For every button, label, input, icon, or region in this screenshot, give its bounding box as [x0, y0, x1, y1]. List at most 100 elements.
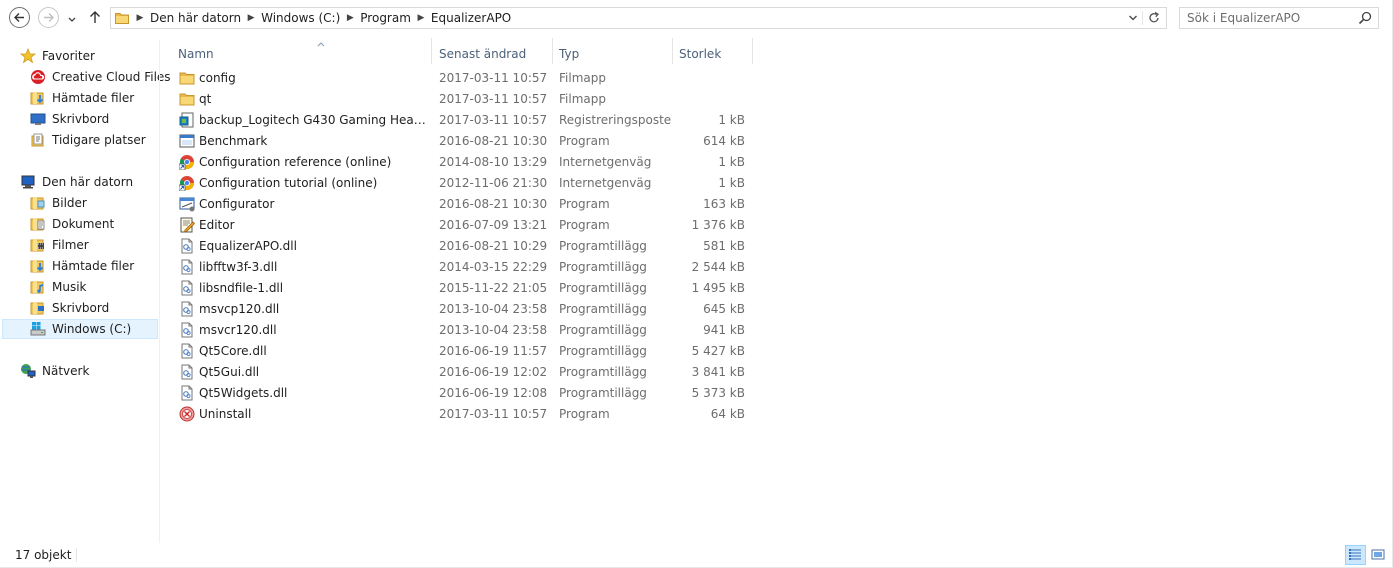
file-name: Benchmark — [199, 134, 268, 148]
large-icons-view-button[interactable] — [1369, 545, 1387, 565]
file-size: 1 kB — [718, 155, 745, 169]
nav-label: Musik — [52, 280, 87, 294]
chevron-down-icon[interactable] — [1128, 14, 1138, 22]
nav-item-documents[interactable]: Dokument — [30, 214, 114, 234]
nav-item-creative-cloud[interactable]: Creative Cloud Files — [30, 67, 171, 87]
breadcrumb-item[interactable]: Windows (C:) — [258, 11, 343, 25]
recent-locations-button[interactable] — [67, 13, 77, 22]
chevron-right-icon[interactable]: ▶ — [343, 13, 357, 23]
file-type: Filmapp — [559, 92, 606, 106]
nav-item-videos[interactable]: Filmer — [30, 235, 89, 255]
file-row[interactable]: Qt5Widgets.dll 2016-06-19 12:08 Programtil… — [176, 383, 756, 404]
nav-label: Nätverk — [42, 364, 90, 378]
details-view-icon — [1349, 549, 1361, 560]
chevron-right-icon[interactable]: ▶ — [244, 13, 258, 23]
pictures-folder-icon — [30, 195, 46, 211]
file-row[interactable]: msvcr120.dll 2013-10-04 23:58 Programtillä… — [176, 320, 756, 341]
file-type: Program — [559, 197, 610, 211]
file-type: Programtillägg — [559, 323, 647, 337]
file-date-modified: 2014-03-15 22:29 — [439, 260, 548, 274]
nav-item-recent-places[interactable]: Tidigare platser — [30, 130, 146, 150]
file-row[interactable]: qt 2017-03-11 10:57 Filmapp — [176, 89, 756, 110]
up-button[interactable] — [88, 9, 102, 25]
file-type: Internetgenväg — [559, 176, 652, 190]
desktop-icon — [30, 111, 46, 127]
search-icon[interactable] — [1358, 11, 1372, 25]
file-row[interactable]: msvcp120.dll 2013-10-04 23:58 Programtillä… — [176, 299, 756, 320]
chevron-right-icon[interactable]: ▶ — [133, 13, 147, 23]
chrome-shortcut-icon — [178, 175, 195, 192]
nav-item-downloads[interactable]: Hämtade filer — [30, 88, 134, 108]
file-row[interactable]: Qt5Core.dll 2016-06-19 11:57 Programtilläg… — [176, 341, 756, 362]
file-size: 5 427 kB — [691, 344, 745, 358]
breadcrumb-item[interactable]: Den här datorn — [147, 11, 244, 25]
file-type: Programtillägg — [559, 281, 647, 295]
column-divider[interactable] — [431, 38, 432, 64]
file-row[interactable]: Configuration reference (online) 2014-08-… — [176, 152, 756, 173]
breadcrumb-item[interactable]: Program — [357, 11, 414, 25]
column-divider[interactable] — [552, 38, 553, 64]
column-divider[interactable] — [752, 38, 753, 64]
nav-favorites[interactable]: Favoriter — [19, 46, 95, 66]
file-row[interactable]: Editor 2016-07-09 13:21 Program 1 376 kB — [176, 215, 756, 236]
file-type: Program — [559, 218, 610, 232]
nav-item-desktop[interactable]: Skrivbord — [30, 109, 109, 129]
file-row[interactable]: Configurator 2016-08-21 10:30 Program 163 k… — [176, 194, 756, 215]
file-size: 64 kB — [710, 407, 745, 421]
address-bar[interactable]: ▶ Den här datorn ▶ Windows (C:) ▶ Progra… — [110, 7, 1167, 29]
nav-item-downloads-pc[interactable]: Hämtade filer — [30, 256, 134, 276]
file-row[interactable]: Benchmark 2016-08-21 10:30 Program 614 kB — [176, 131, 756, 152]
search-input[interactable] — [1180, 8, 1357, 28]
windows-drive-icon — [30, 321, 46, 337]
dll-file-icon — [179, 322, 195, 338]
chevron-right-icon[interactable]: ▶ — [414, 13, 428, 23]
computer-icon — [20, 174, 36, 190]
file-row[interactable]: Configuration tutorial (online) 2012-11-0… — [176, 173, 756, 194]
file-type: Programtillägg — [559, 239, 647, 253]
creative-cloud-icon — [30, 69, 46, 85]
file-date-modified: 2017-03-11 10:57 — [439, 407, 548, 421]
dll-file-icon — [179, 280, 195, 296]
file-row[interactable]: config 2017-03-11 10:57 Filmapp — [176, 68, 756, 89]
file-row[interactable]: libfftw3f-3.dll 2014-03-15 22:29 Programti… — [176, 257, 756, 278]
file-name: Configurator — [199, 197, 275, 211]
nav-label: Skrivbord — [52, 301, 110, 315]
folder-icon — [115, 13, 129, 24]
back-button[interactable] — [9, 7, 30, 28]
nav-label: Windows (C:) — [52, 322, 132, 336]
column-header-type[interactable]: Typ — [559, 42, 669, 66]
file-date-modified: 2016-08-21 10:30 — [439, 134, 548, 148]
dll-file-icon — [179, 301, 195, 317]
forward-button[interactable] — [38, 7, 59, 28]
breadcrumb-item[interactable]: EqualizerAPO — [428, 11, 514, 25]
nav-item-windows-c[interactable]: Windows (C:) — [2, 319, 158, 339]
column-label: Typ — [559, 47, 580, 61]
file-size: 581 kB — [703, 239, 745, 253]
recent-places-icon — [30, 132, 46, 148]
file-name: Configuration reference (online) — [199, 155, 392, 169]
file-row[interactable]: libsndfile-1.dll 2015-11-22 21:05 Programt… — [176, 278, 756, 299]
nav-item-desktop-pc[interactable]: Skrivbord — [30, 298, 109, 318]
column-divider[interactable] — [672, 38, 673, 64]
refresh-icon[interactable] — [1147, 11, 1161, 25]
file-date-modified: 2016-06-19 12:02 — [439, 365, 548, 379]
column-header-size[interactable]: Storlek — [679, 42, 749, 66]
file-type: Internetgenväg — [559, 155, 652, 169]
nav-this-pc[interactable]: Den här datorn — [20, 172, 133, 192]
details-view-button[interactable] — [1345, 545, 1366, 565]
column-header-name[interactable]: Namn — [178, 42, 428, 66]
editor-icon — [179, 217, 195, 233]
file-row[interactable]: Qt5Gui.dll 2016-06-19 12:02 Programtillägg… — [176, 362, 756, 383]
file-row[interactable]: backup_Logitech G430 Gaming Headset_... 2… — [176, 110, 756, 131]
file-date-modified: 2016-06-19 12:08 — [439, 386, 548, 400]
file-date-modified: 2016-08-21 10:29 — [439, 239, 548, 253]
column-header-date[interactable]: Senast ändrad — [439, 42, 549, 66]
nav-item-music[interactable]: Musik — [30, 277, 87, 297]
nav-item-pictures[interactable]: Bilder — [30, 193, 87, 213]
breadcrumb: ▶ Den här datorn ▶ Windows (C:) ▶ Progra… — [133, 8, 514, 28]
nav-network[interactable]: Nätverk — [20, 361, 89, 381]
search-box[interactable] — [1179, 7, 1379, 29]
file-row[interactable]: EqualizerAPO.dll 2016-08-21 10:29 Programt… — [176, 236, 756, 257]
file-row[interactable]: Uninstall 2017-03-11 10:57 Program 64 kB — [176, 404, 756, 425]
file-size: 1 kB — [718, 113, 745, 127]
